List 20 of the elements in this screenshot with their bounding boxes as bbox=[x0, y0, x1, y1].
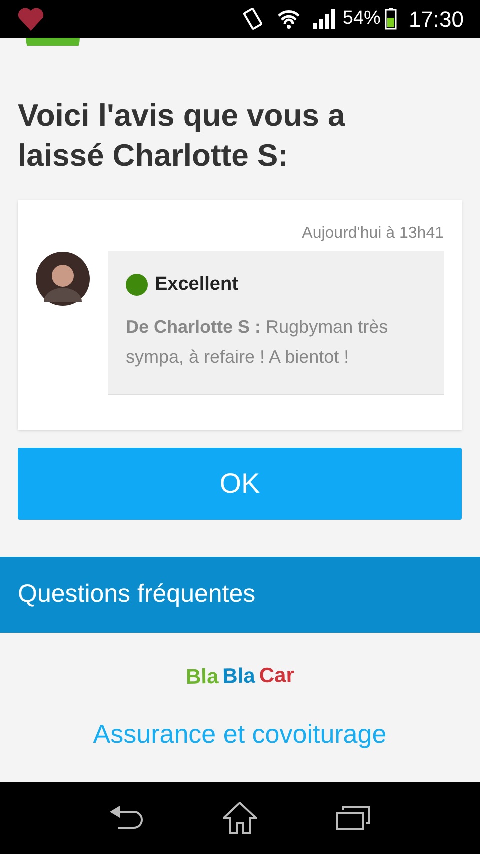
battery-icon bbox=[384, 8, 397, 30]
home-icon[interactable] bbox=[222, 802, 257, 834]
avatar bbox=[36, 252, 90, 306]
ok-button[interactable]: OK bbox=[18, 448, 462, 520]
faq-header[interactable]: Questions fréquentes bbox=[0, 557, 480, 633]
vibrate-icon bbox=[240, 7, 265, 31]
wifi-icon bbox=[276, 8, 301, 30]
review-timestamp: Aujourd'hui à 13h41 bbox=[301, 224, 444, 244]
faq-title: Questions fréquentes bbox=[18, 579, 256, 610]
insurance-link[interactable]: Assurance et covoiturage bbox=[93, 714, 387, 754]
blablacar-logo: Bla Bla Car bbox=[186, 663, 294, 691]
signal-icon bbox=[312, 9, 335, 29]
battery-percent: 54% bbox=[342, 6, 381, 31]
review-text: De Charlotte S : Rugbyman très sympa, à refaire ! A bientot ! bbox=[126, 316, 390, 369]
rating-label: Excellent bbox=[155, 273, 238, 297]
clock-time: 17:30 bbox=[408, 6, 464, 34]
page-title: Voici l'avis que vous a laissé Charlotte S: bbox=[18, 97, 346, 175]
recent-apps-icon[interactable] bbox=[336, 806, 370, 830]
heart-icon bbox=[16, 6, 46, 32]
back-icon[interactable] bbox=[110, 806, 144, 830]
